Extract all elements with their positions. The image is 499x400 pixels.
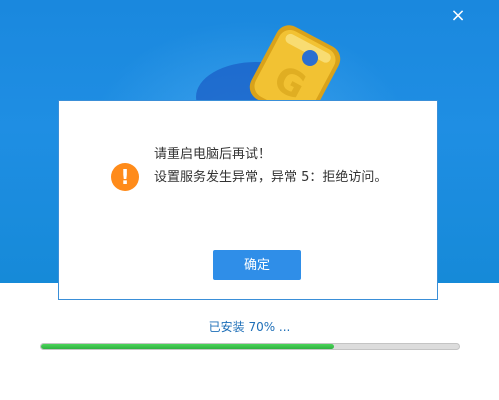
- warning-icon: !: [111, 163, 139, 191]
- install-status-text: 已安装 70% ...: [208, 320, 291, 334]
- error-dialog: ! 请重启电脑后再试！ 设置服务发生异常，异常 5：拒绝访问。 确定: [58, 100, 438, 300]
- install-progress-fill: [41, 344, 334, 349]
- error-message-line1: 请重启电脑后再试！: [154, 147, 272, 162]
- error-message: 请重启电脑后再试！ 设置服务发生异常，异常 5：拒绝访问。: [154, 143, 429, 189]
- install-progress-bar: [40, 343, 460, 350]
- close-button[interactable]: ×: [447, 5, 469, 27]
- installer-window: G × ! 请重启电脑后再试！ 设置服务发生异常，异常 5：拒绝访问。 确定 已…: [0, 0, 499, 400]
- error-message-line2: 设置服务发生异常，异常 5：拒绝访问。: [154, 170, 388, 185]
- ok-button[interactable]: 确定: [213, 250, 301, 280]
